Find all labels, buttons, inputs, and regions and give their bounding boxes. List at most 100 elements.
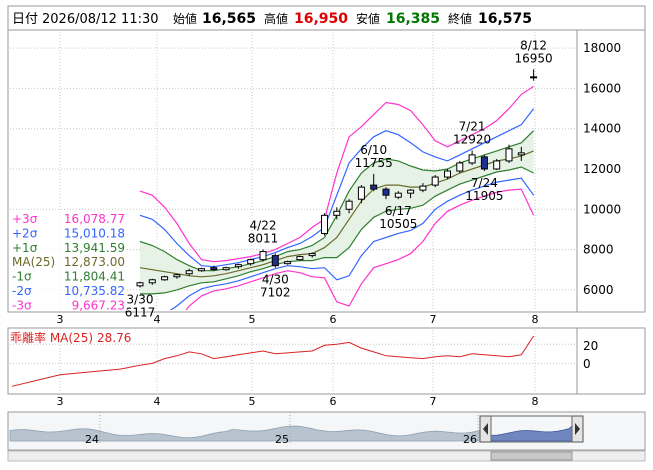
candle <box>198 267 205 272</box>
candle-body-up <box>357 186 365 200</box>
candle-body-up <box>419 185 427 191</box>
candle-body-up <box>444 170 451 178</box>
candle-body-up <box>517 152 525 156</box>
divergence-value: 28.76 <box>97 331 131 345</box>
candle <box>456 160 464 174</box>
legend-value: 10,735.82 <box>64 284 125 298</box>
month-label-main: 6 <box>330 313 337 326</box>
navigator-left-handle[interactable] <box>479 415 492 443</box>
candle-body-up <box>161 276 169 281</box>
navigator-scrollbar[interactable] <box>7 450 646 462</box>
month-label-main: 5 <box>249 313 256 326</box>
month-label-bottom: 7 <box>430 395 437 408</box>
annotation-value: 8011 <box>248 231 279 245</box>
candle-body-down <box>210 267 218 271</box>
candle-body-down <box>370 184 378 190</box>
annotation-value: 7102 <box>260 286 291 300</box>
y-tick-label: 14000 <box>583 122 621 136</box>
month-label-bottom: 4 <box>154 395 161 408</box>
navigator-right-handle[interactable] <box>571 415 584 443</box>
candle-body-up <box>234 264 242 268</box>
close-value: 16,575 <box>478 11 532 27</box>
legend-value: 16,078.77 <box>64 212 125 226</box>
month-axis: 3 4 5 6 7 8 <box>57 395 539 408</box>
candle-body-up <box>333 210 341 216</box>
candle <box>222 266 230 271</box>
candle-body-up <box>530 76 538 79</box>
month-label-bottom: 8 <box>532 395 539 408</box>
candle-body-up <box>456 162 464 172</box>
datetime-value: 2026/08/12 11:30 <box>42 12 159 27</box>
annotation-value: 11755 <box>355 156 393 170</box>
scrollbar-thumb[interactable] <box>490 451 573 461</box>
candle <box>161 275 169 281</box>
candle-body-up <box>431 176 439 186</box>
annotation-date: 4/22 <box>250 218 277 232</box>
legend-value: 15,010.18 <box>64 226 125 240</box>
y-tick-label: 10000 <box>583 202 621 216</box>
candle-body-up <box>259 251 267 261</box>
y-tick-label: 16000 <box>583 81 621 95</box>
candle-body-up <box>173 274 181 278</box>
legend-label: -1σ <box>12 270 32 284</box>
y-tick-label: 12000 <box>583 162 621 176</box>
candle <box>431 175 439 188</box>
annotation-date: 6/10 <box>360 143 387 157</box>
candle-body-up <box>468 154 476 164</box>
month-label-bottom: 3 <box>57 395 64 408</box>
candle-body-down <box>271 255 279 267</box>
divergence-tick-20: 20 <box>583 339 598 353</box>
navigator-year-label: 26 <box>463 433 477 446</box>
candle-body-up <box>136 282 144 287</box>
annotation-date: 6/17 <box>385 204 412 218</box>
high-label: 高値 <box>264 11 288 26</box>
legend-label: +1σ <box>12 241 38 255</box>
navigator-year-label: 25 <box>275 433 289 446</box>
open-value: 16,565 <box>202 11 256 27</box>
legend-label: +3σ <box>12 212 38 226</box>
legend-label: -3σ <box>12 298 32 312</box>
annotation-date: 7/24 <box>471 176 498 190</box>
legend-value: 12,873.00 <box>64 255 125 269</box>
candle <box>271 253 279 268</box>
month-label-main: 3 <box>57 313 64 326</box>
month-label-main: 4 <box>154 313 161 326</box>
candle-body-up <box>222 267 230 271</box>
candle-body-down <box>382 188 390 196</box>
low-value: 16,385 <box>386 11 440 27</box>
candle-body-up <box>493 160 501 170</box>
candle-body-up <box>321 214 328 234</box>
stock-chart: 日付 2026/08/12 11:30 始値 16,565 高値 16,950 … <box>7 5 646 462</box>
y-tick-label: 18000 <box>583 41 621 55</box>
annotation-value: 12920 <box>453 132 491 146</box>
legend: +3σ 16,078.77 +2σ 15,010.18 +1σ 13,941.59 MA(2… <box>10 210 127 312</box>
y-tick-label: 6000 <box>583 283 614 297</box>
header-bar: 日付 2026/08/12 11:30 始値 16,565 高値 16,950 … <box>7 5 646 31</box>
candle-body-up <box>148 279 156 284</box>
candle <box>284 260 292 265</box>
date-label: 日付 <box>12 12 38 27</box>
low-label: 安値 <box>356 11 380 26</box>
month-label-bottom: 5 <box>249 395 256 408</box>
candle <box>493 158 501 170</box>
open-label: 始値 <box>173 11 197 26</box>
legend-value: 9,667.23 <box>72 298 125 312</box>
candle-body-up <box>505 148 513 162</box>
annotation-date: 3/30 <box>127 292 154 306</box>
candle-body-up <box>394 192 402 198</box>
annotation-value: 10505 <box>379 217 417 231</box>
high-value: 16,950 <box>294 11 348 27</box>
legend-value: 13,941.59 <box>64 241 125 255</box>
close-label: 終値 <box>448 11 472 26</box>
divergence-label: 乖離率 MA(25) <box>10 330 93 345</box>
legend-label: -2σ <box>12 284 32 298</box>
y-tick-label: 8000 <box>583 243 614 257</box>
annotation-date: 7/21 <box>459 119 486 133</box>
candle-body-up <box>308 253 316 257</box>
annotation-date: 4/30 <box>262 273 289 287</box>
legend-value: 11,804.41 <box>64 270 125 284</box>
candle-body-up <box>185 270 193 275</box>
divergence-tick-0: 0 <box>583 357 591 371</box>
candle <box>296 255 304 261</box>
annotation-value: 16950 <box>515 51 553 65</box>
